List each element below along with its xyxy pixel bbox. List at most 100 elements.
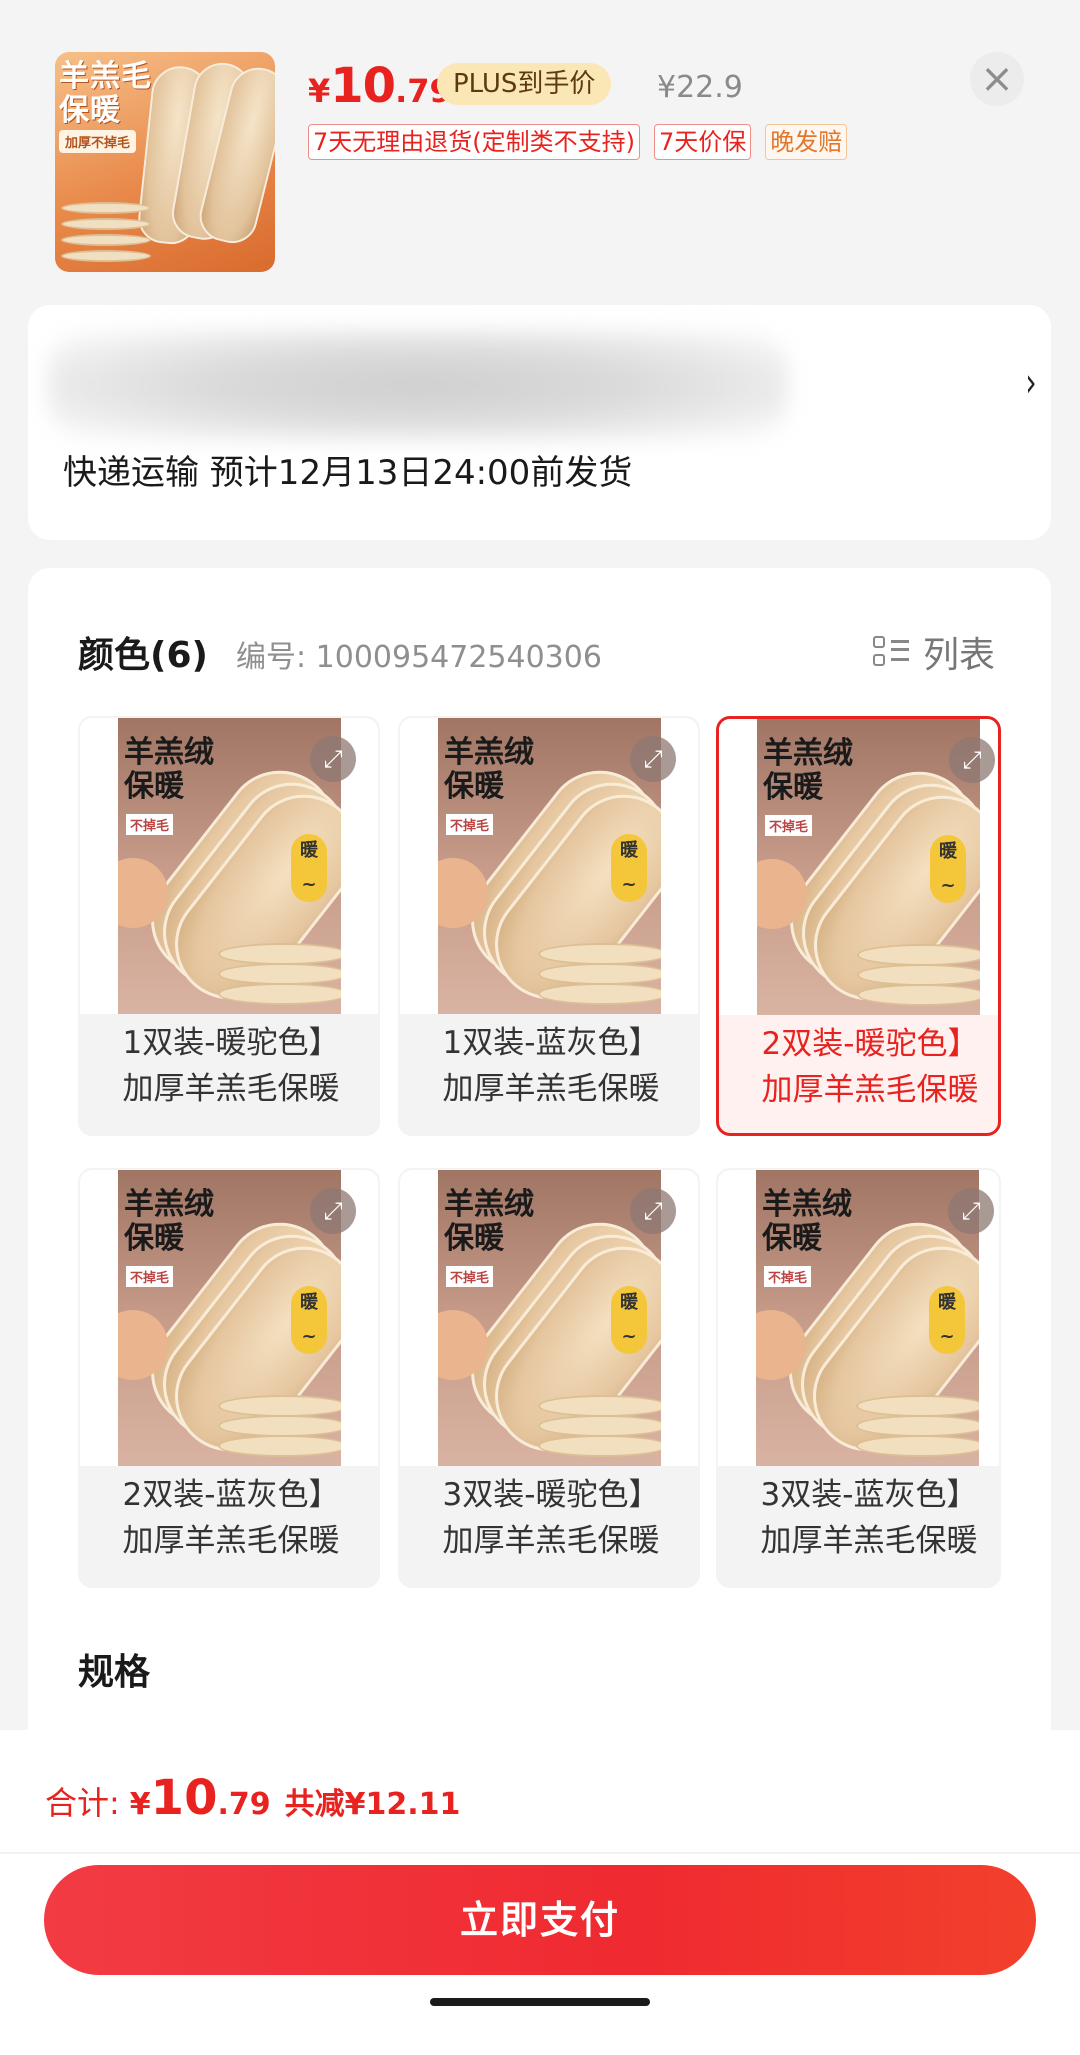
thumbnail-badge: 加厚不掉毛 xyxy=(59,130,137,153)
sku-option-label: 1双装-蓝灰色】 加厚羊羔毛保暖 xyxy=(400,1020,698,1112)
insole-stack xyxy=(857,964,980,986)
sku-code: 编号: 100095472540306 xyxy=(236,640,602,675)
sku-option[interactable]: 羊羔绒 保暖 不掉毛暖 ~ ⤢ 2双装-蓝灰色】 加厚羊羔毛保暖 xyxy=(78,1168,380,1588)
sku-option[interactable]: 羊羔绒 保暖 不掉毛暖 ~ ⤢ 2双装-暖驼色】 加厚羊羔毛保暖 xyxy=(716,716,1001,1136)
insole-stack xyxy=(218,963,341,985)
sku-option-line2: 加厚羊羔毛保暖 xyxy=(442,1523,660,1559)
sku-option[interactable]: 羊羔绒 保暖 不掉毛暖 ~ ⤢ 3双装-暖驼色】 加厚羊羔毛保暖 xyxy=(398,1168,700,1588)
sku-option-label: 1双装-暖驼色】 加厚羊羔毛保暖 xyxy=(80,1020,378,1112)
sku-image-badge: 不掉毛 xyxy=(764,1266,812,1287)
shipping-estimate: 快递运输 预计12月13日24:00前发货 xyxy=(63,453,633,493)
sku-option-line2: 加厚羊羔毛保暖 xyxy=(761,1072,979,1108)
total-label: 合计: xyxy=(45,1784,120,1822)
address-redacted xyxy=(48,330,788,440)
close-icon: × xyxy=(980,56,1014,102)
sku-image: 羊羔绒 保暖 不掉毛暖 ~ xyxy=(438,718,661,1014)
insole-stack xyxy=(218,1415,341,1437)
insole-stack xyxy=(538,963,661,985)
sku-option-line1: 3双装-暖驼色】 xyxy=(442,1477,660,1513)
sku-option[interactable]: 羊羔绒 保暖 不掉毛暖 ~ ⤢ 3双装-蓝灰色】 加厚羊羔毛保暖 xyxy=(716,1168,1001,1588)
sku-image-warm: 暖 ~ xyxy=(291,834,327,902)
plus-price-tag: PLUS到手价 xyxy=(437,63,612,105)
sku-option-line2: 加厚羊羔毛保暖 xyxy=(760,1523,978,1559)
insole-stack xyxy=(218,1395,341,1417)
insole-stack xyxy=(538,983,661,1005)
sku-image-title: 羊羔绒 保暖 xyxy=(762,1187,852,1256)
sku-option-line2: 加厚羊羔毛保暖 xyxy=(442,1071,660,1107)
divider xyxy=(0,1852,1080,1854)
sku-option-label: 3双装-暖驼色】 加厚羊羔毛保暖 xyxy=(400,1472,698,1564)
sku-option-label: 2双装-蓝灰色】 加厚羊羔毛保暖 xyxy=(80,1472,378,1564)
sku-image-title: 羊羔绒 保暖 xyxy=(444,1187,534,1256)
insole-stack xyxy=(218,983,341,1005)
price-symbol: ¥ xyxy=(308,72,331,110)
insole-stack xyxy=(538,1415,661,1437)
sku-image-title: 羊羔绒 保暖 xyxy=(763,736,853,805)
home-indicator[interactable] xyxy=(430,1998,650,2006)
total-integer: 10 xyxy=(150,1770,218,1826)
product-header: 羊羔毛 保暖 加厚不掉毛 ¥ 10 .79 PLUS到手价 ¥22.9 × 7天… xyxy=(0,0,1080,300)
sku-selector-card: 颜色(6) 编号: 100095472540306 列表 羊羔绒 保暖 不掉毛暖 … xyxy=(28,568,1051,1748)
price: ¥ 10 .79 xyxy=(308,58,452,118)
sku-image: 羊羔绒 保暖不掉毛暖 ~ xyxy=(118,1170,341,1466)
insole-stack xyxy=(538,943,661,965)
sku-option-line2: 加厚羊羔毛保暖 xyxy=(122,1071,340,1107)
original-price: ¥22.9 xyxy=(657,70,743,105)
list-view-toggle[interactable]: 列表 xyxy=(873,626,995,678)
insole-stack xyxy=(856,1395,979,1417)
sku-image-warm: 暖 ~ xyxy=(291,1286,327,1354)
expand-icon[interactable]: ⤢ xyxy=(949,737,995,783)
pay-now-button[interactable]: 立即支付 xyxy=(44,1865,1036,1975)
sku-image-badge: 不掉毛 xyxy=(446,1266,494,1287)
tag-return-policy: 7天无理由退货(定制类不支持) xyxy=(308,124,640,160)
insole-stack xyxy=(538,1395,661,1417)
price-integer: 10 xyxy=(330,58,396,114)
total-row: 合计: ¥ 10 .79 共减¥12.11 xyxy=(45,1770,460,1826)
sku-image-badge: 不掉毛 xyxy=(126,814,174,835)
checkout-footer: 合计: ¥ 10 .79 共减¥12.11 立即支付 xyxy=(0,1730,1080,2055)
insole-stack xyxy=(61,250,151,262)
insole-stack xyxy=(61,218,151,230)
sku-option-line2: 加厚羊羔毛保暖 xyxy=(122,1523,340,1559)
sku-option-label: 2双装-暖驼色】 加厚羊羔毛保暖 xyxy=(719,1021,998,1113)
expand-icon[interactable]: ⤢ xyxy=(630,736,676,782)
sku-option[interactable]: 羊羔绒 保暖 不掉毛暖 ~ ⤢ 1双装-暖驼色】 加厚羊羔毛保暖 xyxy=(78,716,380,1136)
sku-image-warm: 暖 ~ xyxy=(611,1286,647,1354)
total-discount: 共减¥12.11 xyxy=(284,1787,461,1822)
tag-price-protect: 7天价保 xyxy=(654,124,752,160)
sku-option[interactable]: 羊羔绒 保暖 不掉毛暖 ~ ⤢ 1双装-蓝灰色】 加厚羊羔毛保暖 xyxy=(398,716,700,1136)
chevron-right-icon: › xyxy=(1025,360,1037,406)
list-icon xyxy=(873,634,909,670)
sku-option-label: 3双装-蓝灰色】 加厚羊羔毛保暖 xyxy=(718,1472,999,1564)
insole-stack xyxy=(61,234,151,246)
insole-stack xyxy=(218,1435,341,1457)
address-card[interactable]: › 快递运输 预计12月13日24:00前发货 xyxy=(28,305,1051,540)
insole-stack xyxy=(61,202,151,214)
sku-image: 羊羔绒 保暖 不掉毛暖 ~ xyxy=(118,718,341,1014)
insole-stack xyxy=(856,1415,979,1437)
sku-option-line1: 2双装-蓝灰色】 xyxy=(122,1477,340,1513)
sku-image: 羊羔绒 保暖不掉毛暖 ~ xyxy=(438,1170,661,1466)
spec-section-title: 规格 xyxy=(78,1652,151,1693)
sku-image-badge: 不掉毛 xyxy=(765,815,813,836)
total-decimal: .79 xyxy=(217,1787,271,1822)
sku-image-title: 羊羔绒 保暖 xyxy=(124,1187,214,1256)
expand-icon[interactable]: ⤢ xyxy=(948,1188,994,1234)
list-view-label: 列表 xyxy=(923,635,996,676)
expand-icon[interactable]: ⤢ xyxy=(310,1188,356,1234)
sku-image: 羊羔绒 保暖不掉毛暖 ~ xyxy=(756,1170,979,1466)
total-symbol: ¥ xyxy=(129,1787,151,1822)
sku-image-warm: 暖 ~ xyxy=(929,1286,965,1354)
insole-stack xyxy=(538,1435,661,1457)
sku-image: 羊羔绒 保暖 不掉毛暖 ~ xyxy=(757,719,980,1015)
close-button[interactable]: × xyxy=(970,52,1024,106)
sku-image-title: 羊羔绒 保暖 xyxy=(444,735,534,804)
sku-image-badge: 不掉毛 xyxy=(126,1266,174,1287)
service-tags: 7天无理由退货(定制类不支持) 7天价保 晚发赔 xyxy=(308,124,848,160)
sku-option-line1: 1双装-蓝灰色】 xyxy=(442,1025,660,1061)
product-thumbnail[interactable]: 羊羔毛 保暖 加厚不掉毛 xyxy=(55,52,275,272)
sku-option-line1: 1双装-暖驼色】 xyxy=(122,1025,340,1061)
insole-stack xyxy=(857,984,980,1006)
expand-icon[interactable]: ⤢ xyxy=(630,1188,676,1234)
expand-icon[interactable]: ⤢ xyxy=(310,736,356,782)
